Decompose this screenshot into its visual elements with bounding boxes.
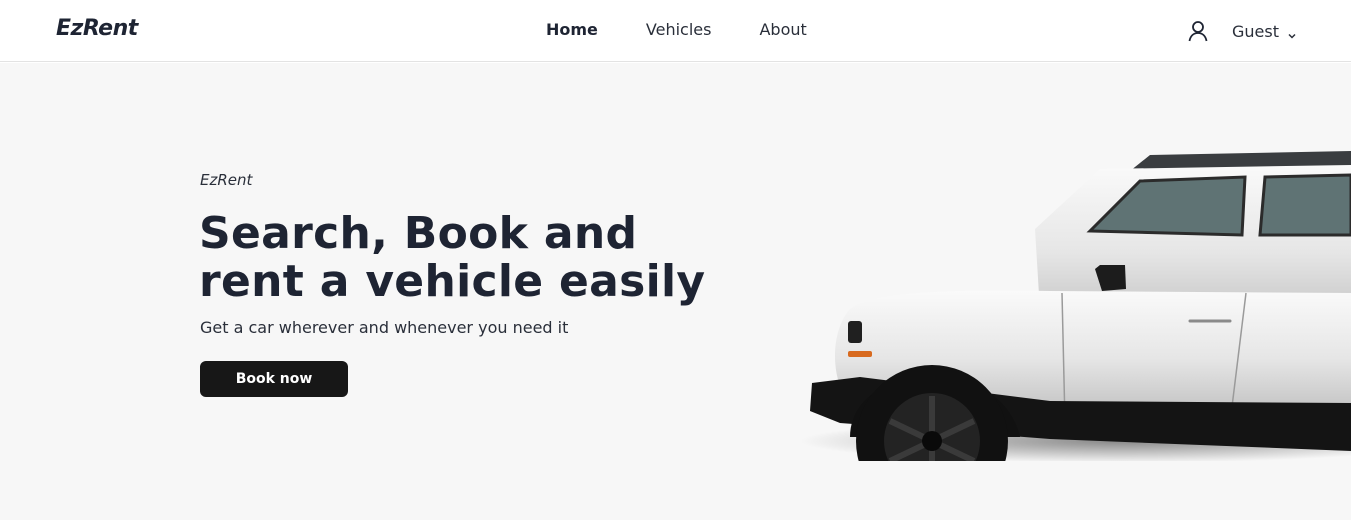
hero-headline: Search, Book and rent a vehicle easily [199, 210, 759, 306]
nav-link-home[interactable]: Home [546, 20, 598, 39]
main-nav: Home Vehicles About [546, 20, 807, 39]
nav-link-about[interactable]: About [759, 20, 806, 39]
nav-link-vehicles[interactable]: Vehicles [646, 20, 712, 39]
hero-headline-line-1: Search, Book and [199, 208, 638, 259]
chevron-down-icon[interactable] [1287, 26, 1297, 39]
user-menu-label[interactable]: Guest [1232, 22, 1279, 41]
top-navbar: EzRent Home Vehicles About Guest [0, 0, 1351, 62]
hero-eyebrow: EzRent [200, 171, 253, 189]
user-icon[interactable] [1186, 19, 1210, 43]
brand-logo[interactable]: EzRent [56, 16, 138, 41]
hero-section: EzRent Search, Book and rent a vehicle e… [0, 63, 1351, 520]
user-menu-toggle[interactable]: Guest [1186, 18, 1297, 44]
hero-headline-line-2: rent a vehicle easily [199, 256, 706, 307]
hero-subtext: Get a car wherever and whenever you need… [200, 318, 569, 337]
book-now-button[interactable]: Book now [200, 361, 348, 397]
suv-image [800, 151, 1351, 461]
